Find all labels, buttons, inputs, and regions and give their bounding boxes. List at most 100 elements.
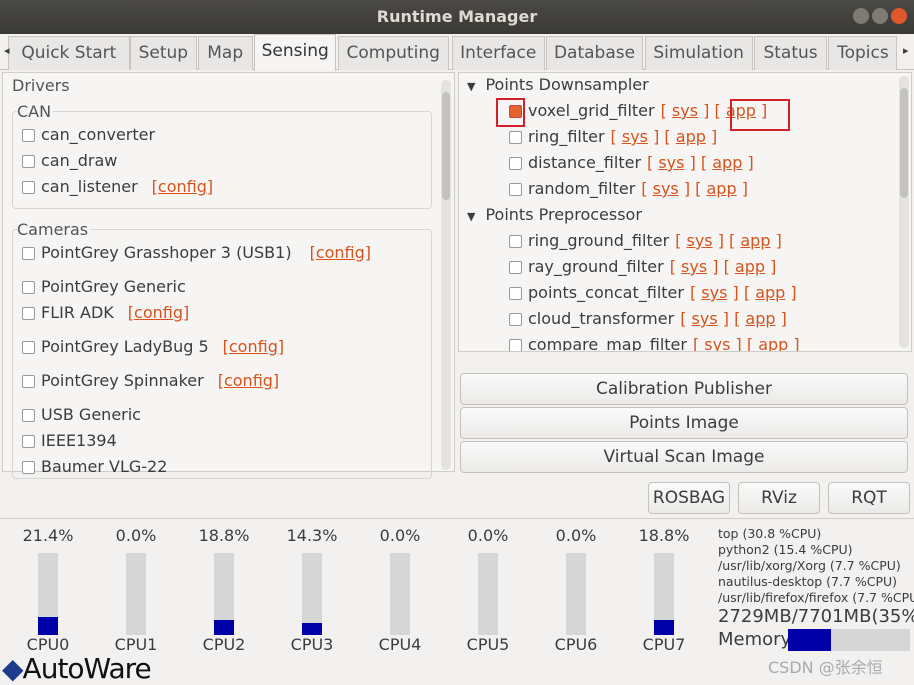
sys-link[interactable]: sys: [681, 257, 707, 276]
sys-link[interactable]: sys: [686, 231, 712, 250]
config-link[interactable]: [config]: [223, 337, 284, 356]
checkbox[interactable]: [22, 281, 35, 294]
checkbox[interactable]: [509, 261, 522, 274]
checkbox[interactable]: [509, 287, 522, 300]
sys-link[interactable]: sys: [672, 101, 698, 120]
cpu-percent: 0.0%: [115, 526, 157, 545]
driver-label: FLIR ADK: [41, 303, 114, 322]
config-link[interactable]: [config]: [152, 177, 213, 196]
cpu-percent: 0.0%: [379, 526, 421, 545]
maximize-button[interactable]: [872, 8, 888, 24]
tab-bar: Quick Start Setup Map Sensing Computing Inter…: [0, 34, 914, 71]
checkbox[interactable]: [22, 129, 35, 142]
tab-simulation[interactable]: Simulation: [644, 36, 753, 70]
cpu-bar: [566, 553, 586, 635]
node-label: voxel_grid_filter: [528, 101, 655, 120]
checkbox[interactable]: [509, 235, 522, 248]
app-link[interactable]: app: [676, 127, 706, 146]
app-link[interactable]: app: [707, 179, 737, 198]
process-item: /usr/lib/xorg/Xorg (7.7 %CPU): [718, 558, 901, 573]
group-title: Points Preprocessor: [485, 205, 642, 224]
checkbox[interactable]: [22, 247, 35, 260]
sys-link[interactable]: sys: [704, 335, 730, 351]
tree-item: points_concat_filter[ sys ] [ app ]: [509, 283, 797, 302]
rqt-button[interactable]: RQT: [828, 482, 910, 514]
checkbox[interactable]: [22, 409, 35, 422]
can-title: CAN: [17, 102, 54, 121]
cpu-meter: 18.8% CPU7: [629, 526, 699, 654]
tab-database[interactable]: Database: [546, 36, 643, 70]
minimize-button[interactable]: [853, 8, 869, 24]
calibration-publisher-button[interactable]: Calibration Publisher: [460, 373, 908, 405]
virtual-scan-image-button[interactable]: Virtual Scan Image: [460, 441, 908, 473]
app-link[interactable]: app: [755, 283, 785, 302]
rviz-button[interactable]: RViz: [738, 482, 820, 514]
tab-map[interactable]: Map: [197, 36, 253, 70]
checkbox[interactable]: [509, 131, 522, 144]
node-label: random_filter: [528, 179, 636, 198]
tab-setup[interactable]: Setup: [129, 36, 198, 70]
checkbox[interactable]: [509, 183, 522, 196]
cpu-percent: 18.8%: [198, 526, 250, 545]
driver-label: can_listener: [41, 177, 138, 196]
left-scrollbar[interactable]: [441, 80, 451, 470]
sys-link[interactable]: sys: [658, 153, 684, 172]
sys-link[interactable]: sys: [701, 283, 727, 302]
config-link[interactable]: [config]: [128, 303, 189, 322]
points-image-button[interactable]: Points Image: [460, 407, 908, 439]
process-list: top (30.8 %CPU) python2 (15.4 %CPU)/usr/l…: [718, 526, 914, 606]
tree-group[interactable]: ▼ Points Downsampler: [467, 75, 649, 94]
expander-icon[interactable]: ▼: [467, 210, 475, 223]
app-link[interactable]: app: [712, 153, 742, 172]
cpu-meter: 0.0% CPU6: [541, 526, 611, 654]
tab-quick-start[interactable]: Quick Start: [8, 36, 130, 70]
tab-status[interactable]: Status: [754, 36, 827, 70]
close-button[interactable]: [891, 8, 907, 24]
sys-link[interactable]: sys: [653, 179, 679, 198]
checkbox[interactable]: [22, 375, 35, 388]
checkbox[interactable]: [22, 181, 35, 194]
divider: [0, 518, 914, 519]
app-link[interactable]: app: [745, 309, 775, 328]
right-scrollbar[interactable]: [899, 76, 909, 348]
tab-scroll-right-icon[interactable]: ▸: [903, 44, 909, 57]
memory-label: Memory: [718, 629, 792, 650]
rosbag-button[interactable]: ROSBAG: [648, 482, 730, 514]
cpu-meter: 18.8% CPU2: [189, 526, 259, 654]
app-link[interactable]: app: [740, 231, 770, 250]
driver-item: Baumer VLG-22: [22, 457, 167, 476]
autoware-logo: ◆AutoWare: [2, 652, 152, 685]
checkbox[interactable]: [22, 461, 35, 474]
config-link[interactable]: [config]: [310, 243, 371, 262]
cpu-meter: 21.4% CPU0: [13, 526, 83, 654]
expander-icon[interactable]: ▼: [467, 80, 475, 93]
driver-label: USB Generic: [41, 405, 141, 424]
tab-computing[interactable]: Computing: [337, 36, 449, 70]
driver-label: PointGrey Grasshoper 3 (USB1): [41, 243, 292, 262]
sys-link[interactable]: sys: [692, 309, 718, 328]
checkbox[interactable]: [22, 307, 35, 320]
tab-sensing[interactable]: Sensing: [254, 34, 337, 71]
tree-item: random_filter[ sys ] [ app ]: [509, 179, 748, 198]
config-link[interactable]: [config]: [218, 371, 279, 390]
tree-group[interactable]: ▼ Points Preprocessor: [467, 205, 642, 224]
checkbox[interactable]: [22, 155, 35, 168]
cameras-title: Cameras: [17, 220, 91, 239]
checkbox[interactable]: [509, 157, 522, 170]
watermark: CSDN @张余恒: [768, 658, 883, 677]
sys-link[interactable]: sys: [622, 127, 648, 146]
cpu-bar-fill: [38, 617, 58, 635]
tab-scroll-left-icon[interactable]: ◂: [4, 44, 10, 57]
checkbox[interactable]: [509, 313, 522, 326]
cpu-bar: [126, 553, 146, 635]
app-link[interactable]: app: [735, 257, 765, 276]
tab-topics[interactable]: Topics: [828, 36, 898, 70]
checkbox[interactable]: [22, 341, 35, 354]
app-link[interactable]: app: [758, 335, 788, 351]
cpu-bar-fill: [214, 619, 234, 635]
checkbox[interactable]: [509, 339, 522, 351]
tab-interface[interactable]: Interface: [451, 36, 545, 70]
cpu-name: CPU7: [642, 635, 686, 654]
checkbox[interactable]: [22, 435, 35, 448]
node-label: ray_ground_filter: [528, 257, 664, 276]
